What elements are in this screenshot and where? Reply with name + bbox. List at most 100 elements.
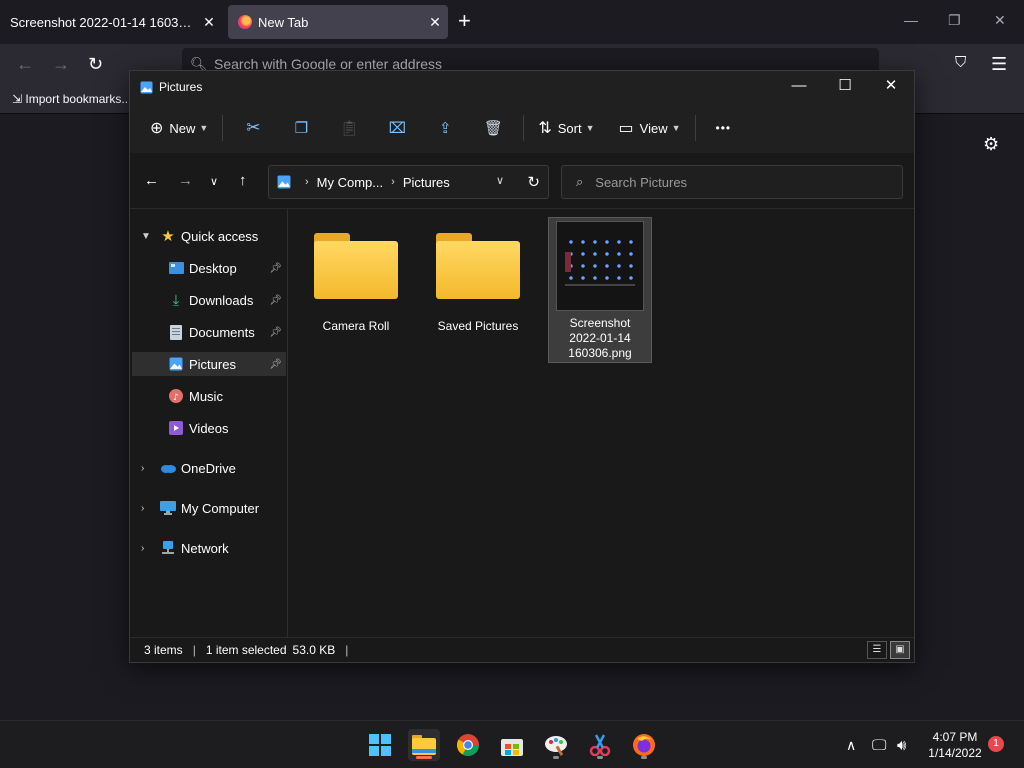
pin-icon[interactable]: 📌︎ [269,263,282,274]
start-button[interactable] [364,729,396,761]
copy-icon: ❐ [294,120,309,137]
windows-logo-icon [369,734,391,756]
sidebar-label: Desktop [189,260,237,276]
taskbar-file-explorer[interactable] [408,729,440,761]
sidebar-item-network[interactable]: › Network [132,536,286,560]
chevron-down-icon[interactable]: ∨ [496,174,504,187]
back-arrow-icon[interactable]: ← [144,172,159,189]
taskbar-store[interactable] [496,729,528,761]
document-icon [168,324,184,340]
sort-label: Sort [557,120,582,136]
reload-icon[interactable]: ↻ [88,54,103,75]
chevron-right-icon[interactable]: › [141,503,144,514]
more-icon: ••• [715,121,732,135]
sort-icon: ⇅ [538,120,552,137]
paste-icon: 📋︎ [339,120,359,137]
taskbar-snipping-tool[interactable] [584,729,616,761]
folder-camera-roll[interactable]: Camera Roll [304,217,408,363]
taskbar-chrome[interactable] [452,729,484,761]
chevron-right-icon[interactable]: › [141,463,144,474]
view-button[interactable]: ▭ View ▼ [611,112,689,144]
gear-icon[interactable]: ⚙ [983,134,999,155]
view-label: View [639,120,668,136]
sidebar-item-documents[interactable]: Documents 📌︎ [132,320,286,344]
more-options-button[interactable]: ••• [708,112,740,144]
breadcrumb-pictures[interactable]: Pictures [403,175,450,190]
close-window-icon[interactable]: ✕ [994,12,1006,29]
pocket-icon[interactable]: ⛉ [955,54,966,71]
selection-info: 1 item selected [205,643,287,657]
folder-saved-pictures[interactable]: Saved Pictures [426,217,530,363]
sidebar-item-quick-access[interactable]: ▼ ★ Quick access [132,224,286,248]
chevron-up-icon[interactable]: ∧ [846,721,856,768]
cut-button[interactable]: ✂ [229,112,277,144]
hamburger-menu-icon[interactable]: ☰ [991,54,1007,75]
rename-icon: ⌧ [388,120,406,137]
download-icon: ⤓ [172,291,180,309]
minimize-icon[interactable]: — [904,12,918,28]
recent-locations-chevron-icon[interactable]: ∨ [210,175,218,188]
folder-icon [314,233,398,301]
new-tab-button[interactable]: + [458,10,471,32]
chevron-down-icon[interactable]: ▼ [141,231,151,242]
browser-tab-screenshot[interactable]: Screenshot 2022-01-14 160306.png ✕ [0,5,222,39]
sidebar-item-downloads[interactable]: ⤓ Downloads 📌︎ [132,288,286,312]
taskbar-firefox[interactable] [628,729,660,761]
computer-icon [160,500,176,516]
navigation-pane: ▼ ★ Quick access Desktop 📌︎ ⤓ Downloads … [130,209,288,639]
browser-tab-new-tab[interactable]: New Tab ✕ [228,5,448,39]
volume-icon[interactable]: 🔊︎ [897,721,906,768]
clock[interactable]: 4:07 PM 1/14/2022 [918,729,992,761]
tab-title: Screenshot 2022-01-14 160306.png [10,14,196,30]
plus-circle-icon: ⊕ [150,120,164,137]
up-arrow-icon[interactable]: ↑ [239,172,247,189]
sort-button[interactable]: ⇅ Sort ▼ [530,112,602,144]
address-bar[interactable]: › My Comp... › Pictures ∨ ↻ [268,165,549,199]
sidebar-item-music[interactable]: ♪ Music [132,384,286,408]
pin-icon[interactable]: 📌︎ [269,327,282,338]
paint-icon [545,736,567,756]
sidebar-item-onedrive[interactable]: › OneDrive [132,456,286,480]
forward-arrow-icon[interactable]: → [178,172,193,189]
close-icon[interactable]: ✕ [422,14,448,31]
restore-icon[interactable]: ❐ [948,12,961,29]
file-screenshot-png[interactable]: Screenshot 2022-01-14 160306.png [548,217,652,363]
search-box[interactable]: ⌕ Search Pictures [561,165,903,199]
share-icon: ⇪ [439,120,452,137]
search-icon: ⌕ [576,174,584,189]
refresh-icon[interactable]: ↻ [527,173,540,191]
sidebar-item-pictures[interactable]: Pictures 📌︎ [132,352,286,376]
network-status-icon[interactable]: 🖵︎ [872,721,886,768]
file-name: Saved Pictures [437,319,519,333]
delete-button[interactable]: 🗑︎ [469,112,517,144]
notification-badge[interactable]: 1 [988,736,1004,752]
rename-button[interactable]: ⌧ [373,112,421,144]
paste-button[interactable]: 📋︎ [325,112,373,144]
details-view-icon[interactable]: ☰ [867,641,887,659]
maximize-icon[interactable]: ☐ [822,71,868,103]
import-bookmarks-label: Import bookmarks... [25,92,132,106]
folder-icon [436,233,520,301]
file-name-line: 160306.png [568,346,632,360]
pin-icon[interactable]: 📌︎ [269,295,282,306]
sidebar-item-desktop[interactable]: Desktop 📌︎ [132,256,286,280]
sidebar-item-videos[interactable]: Videos [132,416,286,440]
copy-button[interactable]: ❐ [277,112,325,144]
new-button[interactable]: ⊕ New ▼ [142,112,216,144]
share-button[interactable]: ⇪ [421,112,469,144]
sidebar-item-my-computer[interactable]: › My Computer [132,496,286,520]
import-bookmarks-button[interactable]: ⇲ Import bookmarks... [12,92,131,106]
chevron-right-icon[interactable]: › [141,543,144,554]
close-window-icon[interactable]: ✕ [868,71,914,103]
folder-icon [412,735,436,755]
pictures-icon [277,175,291,189]
minimize-icon[interactable]: — [776,71,822,103]
large-icons-view-icon[interactable]: ▣ [890,641,910,659]
pin-icon[interactable]: 📌︎ [269,359,282,370]
forward-arrow-icon[interactable]: → [52,54,70,75]
cloud-icon [160,460,176,476]
back-arrow-icon[interactable]: ← [16,54,34,75]
close-icon[interactable]: ✕ [196,14,222,31]
taskbar-paint[interactable] [540,729,572,761]
breadcrumb-my-computer[interactable]: My Comp... [317,175,383,190]
